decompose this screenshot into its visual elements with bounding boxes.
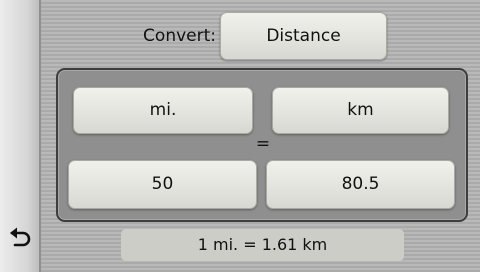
- back-button[interactable]: [6, 222, 36, 252]
- from-unit-button[interactable]: mi.: [73, 87, 253, 134]
- convert-label: Convert:: [143, 26, 216, 46]
- conversion-rate: 1 mi. = 1.61 km: [121, 229, 404, 261]
- from-value-field[interactable]: 50: [68, 160, 257, 209]
- to-value-field[interactable]: 80.5: [266, 160, 455, 209]
- to-unit-button[interactable]: km: [272, 87, 449, 134]
- back-arrow-icon: [10, 227, 31, 247]
- conversion-category-button[interactable]: Distance: [220, 12, 387, 60]
- equals-sign: =: [255, 134, 271, 154]
